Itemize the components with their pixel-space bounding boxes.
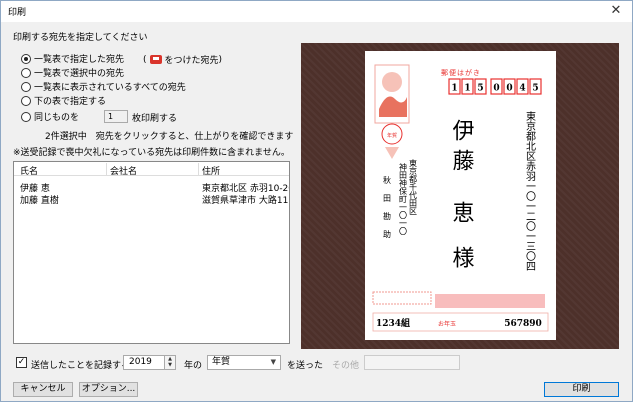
postal-digit: 1 xyxy=(464,84,470,94)
window-title: 印刷 xyxy=(8,8,27,18)
mourning-notice: ※送受記録で喪中欠礼になっている宛先は印刷件数に含まれません。 xyxy=(13,148,290,158)
recipient-address: 東京都北区赤羽一〇一二〇一三〇四 xyxy=(524,110,536,271)
cancel-button[interactable]: キャンセル xyxy=(13,382,73,397)
red-label-icon xyxy=(149,55,162,64)
chevron-down-icon: ▼ xyxy=(270,358,276,366)
option-specified[interactable]: 一覧表で指定した宛先 xyxy=(21,52,124,65)
radio-table[interactable] xyxy=(21,95,31,106)
postal-digit: 0 xyxy=(493,84,499,94)
postcard-preview: 郵便はがき 1 1 5 0 0 4 5 年賀 東京都北区赤羽一〇一二〇一三〇四 … xyxy=(365,51,556,340)
year-spinner[interactable]: ▲ ▼ xyxy=(165,355,176,370)
lottery-label: お年玉 xyxy=(438,320,456,328)
paren-open: ( xyxy=(143,54,147,65)
honorific: 様 xyxy=(449,246,475,268)
postal-code: 1 1 5 0 0 4 5 xyxy=(448,78,542,95)
close-button[interactable]: ✕ xyxy=(600,1,632,22)
record-label: 送信したことを記録する xyxy=(31,361,131,371)
sender-address-1: 東京都千代田区 xyxy=(409,158,418,215)
column-name[interactable]: 氏名 xyxy=(20,164,38,177)
option-all-shown[interactable]: 一覧表に表示されているすべての宛先 xyxy=(21,80,186,93)
postal-digit: 5 xyxy=(532,84,538,94)
selection-info: 2件選択中 宛先をクリックすると、仕上がりを確認できます xyxy=(45,132,294,142)
copies-suffix: 枚印刷する xyxy=(132,114,178,124)
postal-digit: 1 xyxy=(451,84,457,94)
option-selected[interactable]: 一覧表で選択中の宛先 xyxy=(21,66,124,79)
list-row[interactable]: 伊藤 恵 東京都北区 赤羽10-20 xyxy=(14,181,289,194)
cell-address: 滋賀県草津市 大路11 xyxy=(202,196,289,206)
option-table[interactable]: 下の表で指定する xyxy=(21,94,106,107)
options-button[interactable]: オプション... xyxy=(79,382,138,397)
postal-digit: 5 xyxy=(477,84,483,94)
sender-address-2: 神田神保町一〇一〇 xyxy=(399,162,408,235)
lottery-number: 567890 xyxy=(504,319,542,329)
spin-down-icon[interactable]: ▼ xyxy=(165,362,175,368)
mail-type-select[interactable]: 年賀 ▼ xyxy=(207,355,281,370)
radio-same[interactable] xyxy=(21,111,31,122)
paren-close: ) xyxy=(218,54,223,65)
other-input[interactable] xyxy=(364,355,460,370)
sent-label: を送った xyxy=(287,361,324,371)
column-address[interactable]: 住所 xyxy=(202,164,220,177)
barcode-area xyxy=(435,294,545,308)
lottery-dots xyxy=(372,291,432,305)
mail-type-value: 年賀 xyxy=(212,357,231,367)
title-bar: 印刷 ✕ xyxy=(1,1,632,22)
list-row[interactable]: 加藤 直樹 滋賀県草津市 大路11 xyxy=(14,193,289,206)
bell-icon xyxy=(385,147,399,159)
postal-digit: 0 xyxy=(506,84,512,94)
recipient-surname: 伊藤 xyxy=(449,119,475,179)
option-label: 下の表で指定する xyxy=(34,97,107,107)
lottery-group: 1234組 xyxy=(376,317,410,329)
option-same[interactable]: 同じものを xyxy=(21,110,79,123)
column-divider[interactable] xyxy=(198,163,199,175)
postcard-header: 郵便はがき xyxy=(441,68,481,77)
print-dialog: 印刷 ✕ 印刷する宛先を指定してください 一覧表で指定した宛先 ( をつけた宛先… xyxy=(0,0,633,402)
radio-all-shown[interactable] xyxy=(21,81,31,92)
radio-specified[interactable] xyxy=(21,53,31,64)
print-button[interactable]: 印刷 xyxy=(544,382,619,397)
stamp-area: 年賀 xyxy=(374,64,410,159)
year-input[interactable]: 2019 xyxy=(123,355,165,370)
option-label: 一覧表で選択中の宛先 xyxy=(34,69,125,79)
record-checkbox[interactable]: ✓ xyxy=(16,357,27,368)
column-company[interactable]: 会社名 xyxy=(110,164,137,177)
year-suffix: 年の xyxy=(184,361,203,371)
option-label: 一覧表に表示されているすべての宛先 xyxy=(34,83,186,93)
label-note: ( をつけた宛先 ) xyxy=(143,53,223,67)
list-header: 氏名 会社名 住所 xyxy=(14,162,289,177)
option-label: 同じものを xyxy=(34,113,80,123)
radio-selected[interactable] xyxy=(21,67,31,78)
stamp-sun-icon xyxy=(382,72,402,92)
other-label: その他 xyxy=(332,361,360,371)
instruction-heading: 印刷する宛先を指定してください xyxy=(13,33,148,43)
postal-digit: 4 xyxy=(519,84,525,94)
stamp-mark: 年賀 xyxy=(387,132,397,139)
postcard-graphic: 郵便はがき 1 1 5 0 0 4 5 年賀 東京都北区赤羽一〇一二〇一三〇四 … xyxy=(372,64,549,332)
column-divider[interactable] xyxy=(106,163,107,175)
label-note-text: をつけた宛先 xyxy=(164,56,219,66)
cell-name: 加藤 直樹 xyxy=(20,196,59,206)
sender-name: 秋田勘助 xyxy=(383,175,392,248)
address-list[interactable]: 氏名 会社名 住所 伊藤 恵 東京都北区 赤羽10-20 加藤 直樹 滋賀県草津… xyxy=(13,161,290,344)
option-label: 一覧表で指定した宛先 xyxy=(34,55,125,65)
recipient-given-name: 恵 xyxy=(449,201,475,223)
copies-input[interactable]: 1 xyxy=(104,110,128,123)
